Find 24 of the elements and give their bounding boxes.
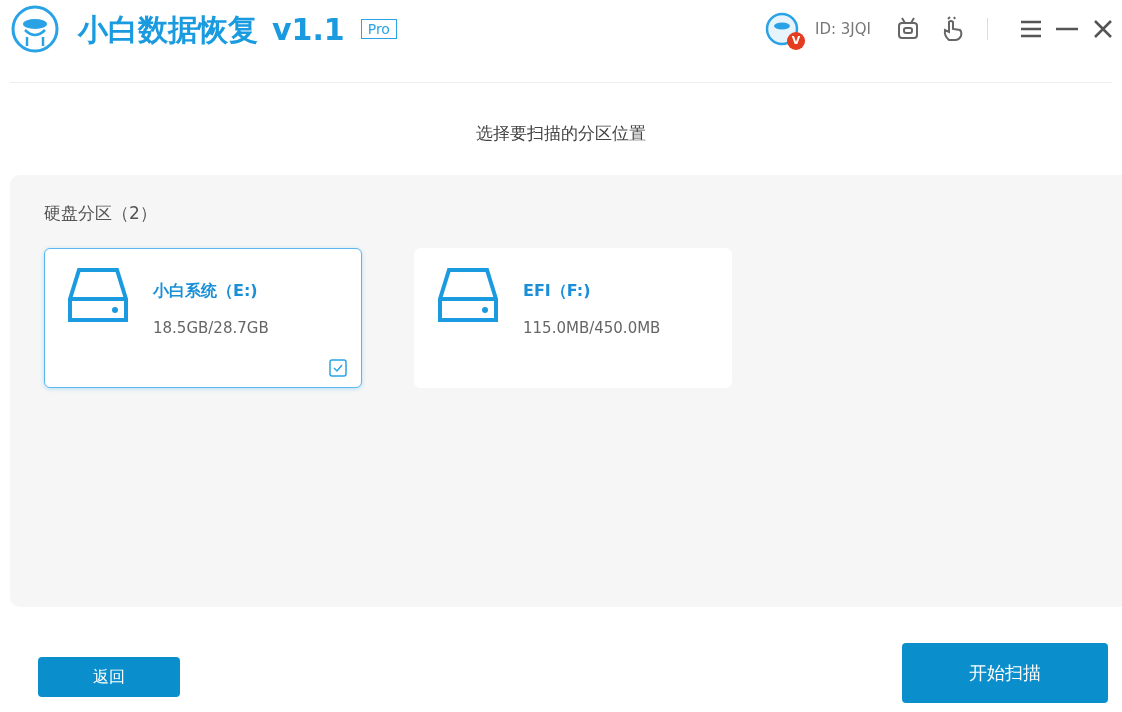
hard-drive-icon xyxy=(437,267,499,323)
partition-usage: 115.0MB/450.0MB xyxy=(523,318,661,339)
edition-badge: Pro xyxy=(360,19,397,39)
partition-usage: 18.5GB/28.7GB xyxy=(153,318,269,339)
user-id: ID: 3JQI xyxy=(815,18,871,40)
partition-name: 小白系统（E:) xyxy=(153,280,259,302)
partition-name: EFI（F:) xyxy=(523,280,592,302)
start-scan-button[interactable]: 开始扫描 xyxy=(902,642,1108,703)
menu-icon[interactable] xyxy=(1020,19,1042,39)
page-heading: 选择要扫描的分区位置 xyxy=(476,123,646,143)
close-icon[interactable] xyxy=(1094,20,1112,38)
hard-drive-icon xyxy=(67,267,129,323)
checkbox-checked-icon xyxy=(329,359,347,377)
app-name: 小白数据恢复 xyxy=(78,10,258,49)
hand-pointer-icon[interactable] xyxy=(941,16,965,42)
section-title: 硬盘分区（2） xyxy=(44,201,157,225)
back-button[interactable]: 返回 xyxy=(38,656,180,697)
robot-icon[interactable] xyxy=(895,16,921,42)
vip-badge: V xyxy=(787,32,805,50)
app-version: v1.1 xyxy=(272,10,345,49)
partition-card[interactable]: EFI（F:) 115.0MB/450.0MB xyxy=(414,248,732,388)
minimize-icon[interactable] xyxy=(1056,27,1078,31)
logo-icon xyxy=(10,4,60,54)
partition-card[interactable]: 小白系统（E:) 18.5GB/28.7GB xyxy=(44,248,362,388)
